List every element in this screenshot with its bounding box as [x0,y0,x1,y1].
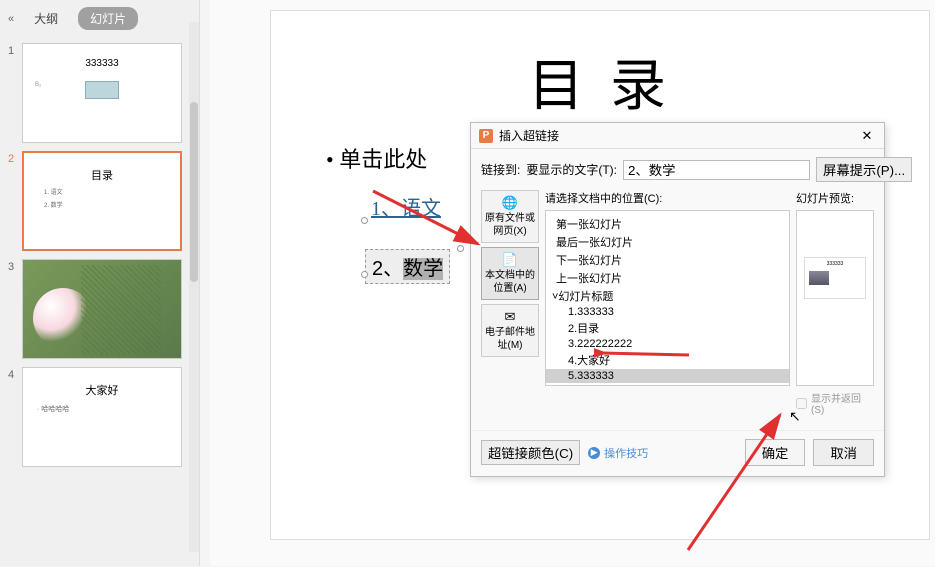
dialog-titlebar[interactable]: P 插入超链接 ✕ [471,123,884,149]
thumb-subtitle: B₂ [35,82,41,88]
slide-thumbnail-1[interactable]: 333333 B₂ [22,43,182,143]
thumbnail-row[interactable]: 2 目录 1. 语文 2. 数学 [4,151,195,251]
operation-tips-link[interactable]: ▶ 操作技巧 [588,445,648,461]
collapse-icon[interactable]: « [8,13,14,25]
thumb-title: 333333 [23,58,181,69]
scrollbar-thumb[interactable] [190,102,198,282]
show-return-checkbox[interactable] [796,398,807,409]
selected-text-box[interactable]: 2、数学 [365,249,450,284]
slide-panel: « 大纲 幻灯片 1 333333 B₂ 2 目录 1. 语文 2. 数学 3 … [0,0,200,566]
tree-item-next-slide[interactable]: 下一张幻灯片 [546,251,789,269]
thumb-shape [85,81,119,99]
thumbnail-row[interactable]: 1 333333 B₂ [4,43,195,143]
link-to-file-web[interactable]: 🌐 原有文件或网页(X) [481,190,539,243]
thumb-number: 3 [4,259,18,273]
thumb-item: 1. 语文 [44,187,180,196]
thumb-item: 2. 数学 [44,200,180,209]
preview-thumbnail: 333333 [804,257,866,299]
tree-item-last-slide[interactable]: 最后一张幻灯片 [546,233,789,251]
resize-handle[interactable] [361,271,368,278]
tree-item-slide-5[interactable]: 5.333333 [546,369,789,383]
resize-handle[interactable] [457,245,464,252]
document-position-tree[interactable]: 第一张幻灯片 最后一张幻灯片 下一张幻灯片 上一张幻灯片 ˅幻灯片标题 1.33… [545,210,790,386]
thumb-number: 2 [4,151,18,165]
tree-item-slide-2[interactable]: 2.目录 [546,319,789,337]
tab-outline[interactable]: 大纲 [24,6,68,31]
show-and-return-checkbox[interactable]: 显示并返回(S) [796,386,874,420]
tree-item-slide-3[interactable]: 3.222222222 [546,337,789,351]
slide-thumbnail-2[interactable]: 目录 1. 语文 2. 数学 [22,151,182,251]
thumbnail-row[interactable]: 3 [4,259,195,359]
display-text-input[interactable] [623,160,810,180]
tree-item-prev-slide[interactable]: 上一张幻灯片 [546,269,789,287]
slide-thumbnail-4[interactable]: 大家好 · 哈哈哈哈 [22,367,182,467]
thumbnail-row[interactable]: 4 大家好 · 哈哈哈哈 [4,367,195,467]
hyperlink-item-1[interactable]: 1、语文 [371,192,441,221]
thumb-title: 大家好 [23,382,181,398]
tree-item-slide-1[interactable]: 1.333333 [546,305,789,319]
tree-item-slide-4[interactable]: 4.大家好 [546,351,789,369]
scrollbar-vertical[interactable] [189,22,199,552]
select-position-label: 请选择文档中的位置(C): [545,190,790,206]
screentip-button[interactable]: 屏幕提示(P)... [816,157,912,182]
resize-handle[interactable] [361,217,368,224]
insert-hyperlink-dialog: P 插入超链接 ✕ 链接到: 要显示的文字(T): 屏幕提示(P)... 🌐 原… [470,122,885,477]
ok-button[interactable]: 确定 [745,439,806,466]
thumbnail-list: 1 333333 B₂ 2 目录 1. 语文 2. 数学 3 4 大家好 · 哈… [0,37,199,567]
slide-thumbnail-3[interactable] [22,259,182,359]
thumb-number: 1 [4,43,18,57]
tab-slides[interactable]: 幻灯片 [78,7,138,30]
link-to-column: 🌐 原有文件或网页(X) 📄 本文档中的位置(A) ✉ 电子邮件地址(M) [481,190,539,420]
thumb-title: 目录 [24,167,180,183]
link-to-email[interactable]: ✉ 电子邮件地址(M) [481,304,539,357]
tree-item-first-slide[interactable]: 第一张幻灯片 [546,215,789,233]
link-to-this-doc[interactable]: 📄 本文档中的位置(A) [481,247,539,300]
play-icon: ▶ [588,447,600,459]
hyperlink-color-button[interactable]: 超链接颜色(C) [481,440,580,465]
slide-title[interactable]: 目 录 [271,41,929,122]
display-text-label: 要显示的文字(T): [526,161,617,178]
slide-preview: 333333 [796,210,874,386]
thumb-number: 4 [4,367,18,381]
close-icon[interactable]: ✕ [858,128,876,144]
tree-item-slide-titles[interactable]: ˅幻灯片标题 [546,287,789,305]
preview-label: 幻灯片预览: [796,190,874,206]
link-to-label: 链接到: [481,161,520,178]
dialog-title: 插入超链接 [499,127,559,144]
app-icon: P [479,129,493,143]
cancel-button[interactable]: 取消 [813,439,874,466]
thumb-subtitle: · 哈哈哈哈 [37,404,181,414]
